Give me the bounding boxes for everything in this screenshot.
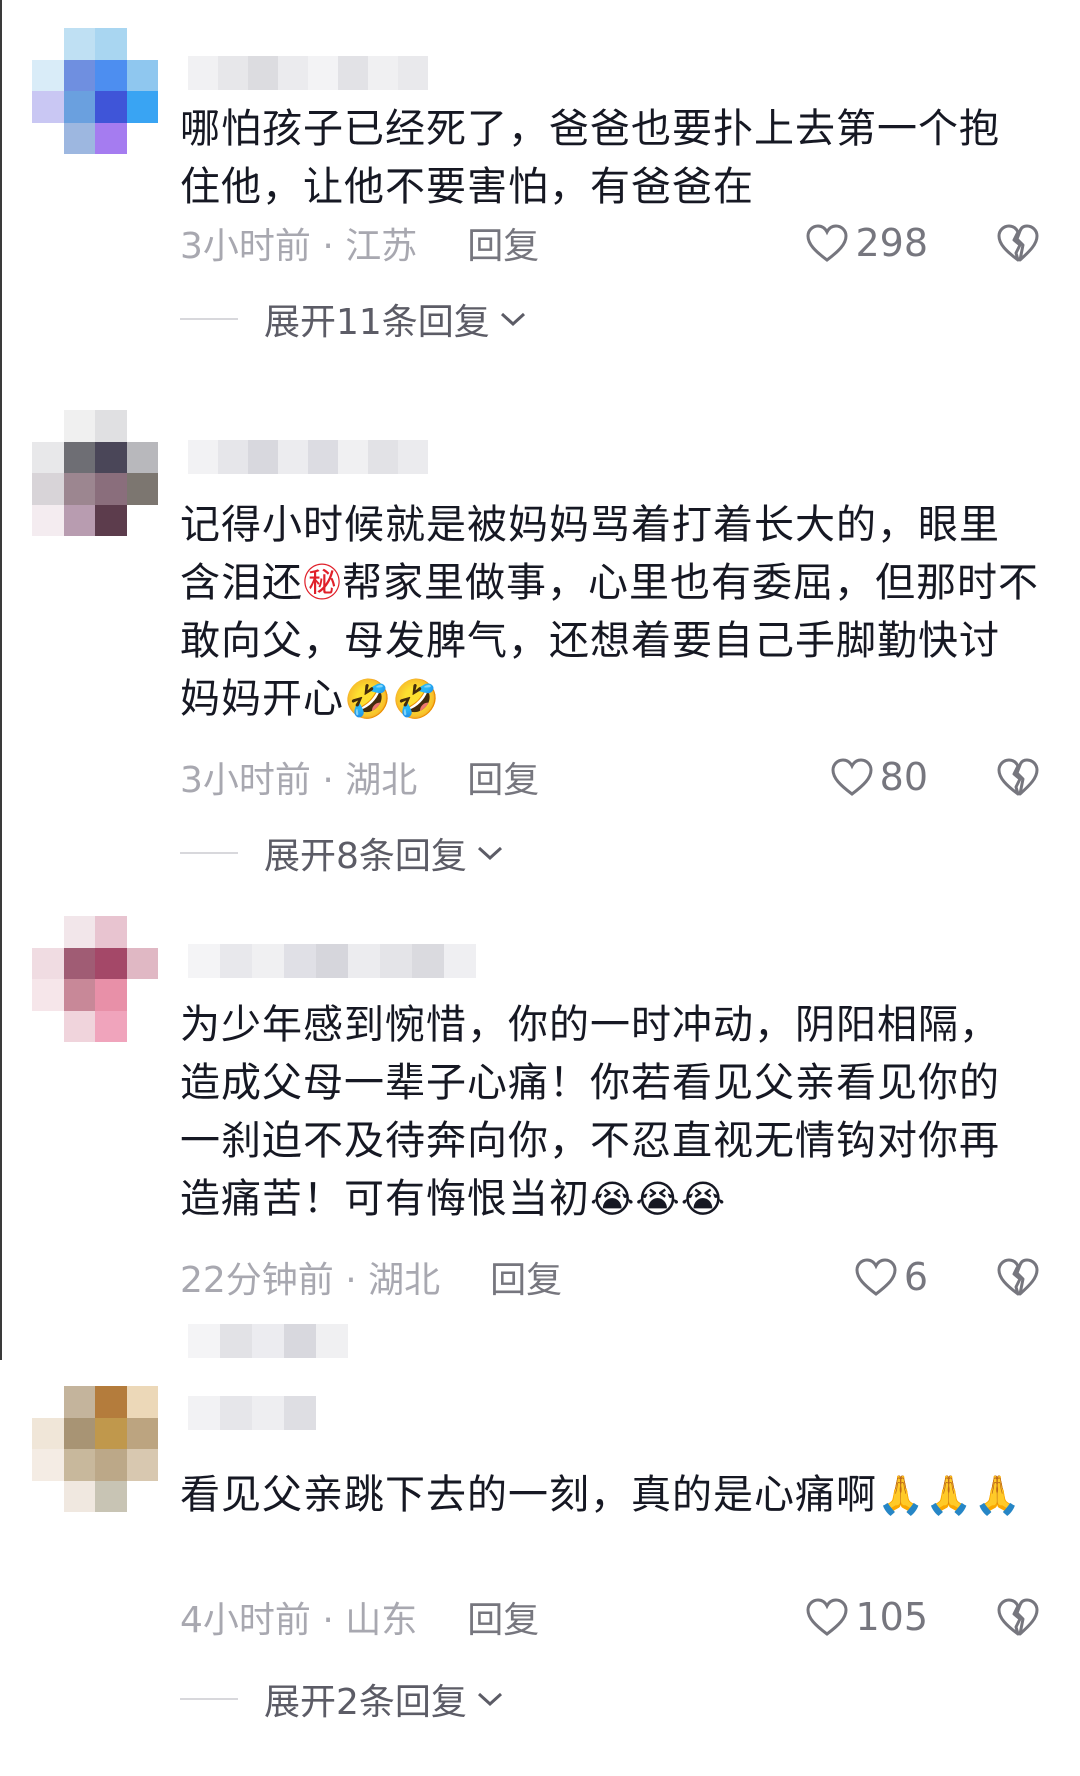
dislike-button[interactable] [996,1257,1040,1297]
username-blurred[interactable] [188,1324,348,1358]
like-count: 298 [855,221,928,265]
username-blurred[interactable] [188,944,476,978]
like-button[interactable]: 80 [830,755,928,799]
like-button[interactable]: 298 [805,221,928,265]
username-blurred[interactable] [188,1396,316,1430]
avatar[interactable] [32,916,158,1042]
dislike-button[interactable] [996,757,1040,797]
broken-heart-icon [997,758,1039,796]
chevron-down-icon [500,312,525,327]
folded-hands-emoji: 🙏🙏🙏 [877,1473,1022,1517]
time-location: 3小时前 · 湖北 [180,760,418,801]
expand-replies-button[interactable]: 展开8条回复 [180,830,505,877]
divider-line [180,1698,238,1700]
expand-replies-label: 展开2条回复 [264,1682,467,1723]
reply-button[interactable]: 回复 [467,217,539,269]
expand-replies-label: 展开8条回复 [264,836,467,877]
heart-outline-icon [831,758,873,796]
left-edge-line [0,0,2,1360]
time-location: 3小时前 · 江苏 [180,226,418,267]
divider-line [180,852,238,854]
broken-heart-icon [997,224,1039,262]
expand-replies-button[interactable]: 展开11条回复 [180,296,528,343]
avatar[interactable] [32,1386,158,1512]
time-location: 22分钟前 · 湖北 [180,1260,441,1301]
avatar[interactable] [32,28,158,154]
comment-meta: 3小时前 · 湖北 回复 80 [180,752,1040,802]
like-button[interactable]: 6 [854,1255,928,1299]
reply-button[interactable]: 回复 [490,1251,562,1303]
avatar[interactable] [32,410,158,536]
expand-replies-button[interactable]: 展开2条回复 [180,1676,505,1723]
heart-outline-icon [806,224,848,262]
like-button[interactable]: 105 [805,1595,928,1639]
reply-button[interactable]: 回复 [467,751,539,803]
like-count: 105 [855,1595,928,1639]
comment-text: 为少年感到惋惜，你的一时冲动，阴阳相隔，造成父母一辈子心痛！你若看见父亲看见你的… [180,1002,1000,1222]
dislike-button[interactable] [996,1597,1040,1637]
comment-text: 哪怕孩子已经死了，爸爸也要扑上去第一个抱住他，让他不要害怕，有爸爸在 [180,106,1000,210]
comment-meta: 4小时前 · 山东 回复 105 [180,1592,1040,1642]
de-character-icon: ㊙ [303,561,343,605]
chevron-down-icon [477,846,502,861]
broken-heart-icon [997,1598,1039,1636]
dislike-button[interactable] [996,223,1040,263]
reply-button[interactable]: 回复 [467,1591,539,1643]
laughing-crying-emoji: 🤣🤣 [344,677,441,721]
expand-replies-label: 展开11条回复 [264,302,490,343]
comment-meta: 22分钟前 · 湖北 回复 6 [180,1252,1040,1302]
loudly-crying-emoji: 😭😭😭 [590,1177,727,1221]
chevron-down-icon [477,1692,502,1707]
time-location: 4小时前 · 山东 [180,1600,418,1641]
username-blurred[interactable] [188,56,428,90]
comment-text: 看见父亲跳下去的一刻，真的是心痛啊🙏🙏🙏 [180,1472,1022,1518]
like-count: 6 [903,1255,928,1299]
divider-line [180,318,238,320]
heart-outline-icon [806,1598,848,1636]
comment-meta: 3小时前 · 江苏 回复 298 [180,218,1040,268]
comment-text: 记得小时候就是被妈妈骂着打着长大的，眼里含泪还㊙帮家里做事，心里也有委屈，但那时… [180,502,1040,722]
username-blurred[interactable] [188,440,428,474]
broken-heart-icon [997,1258,1039,1296]
like-count: 80 [879,755,928,799]
heart-outline-icon [855,1258,897,1296]
